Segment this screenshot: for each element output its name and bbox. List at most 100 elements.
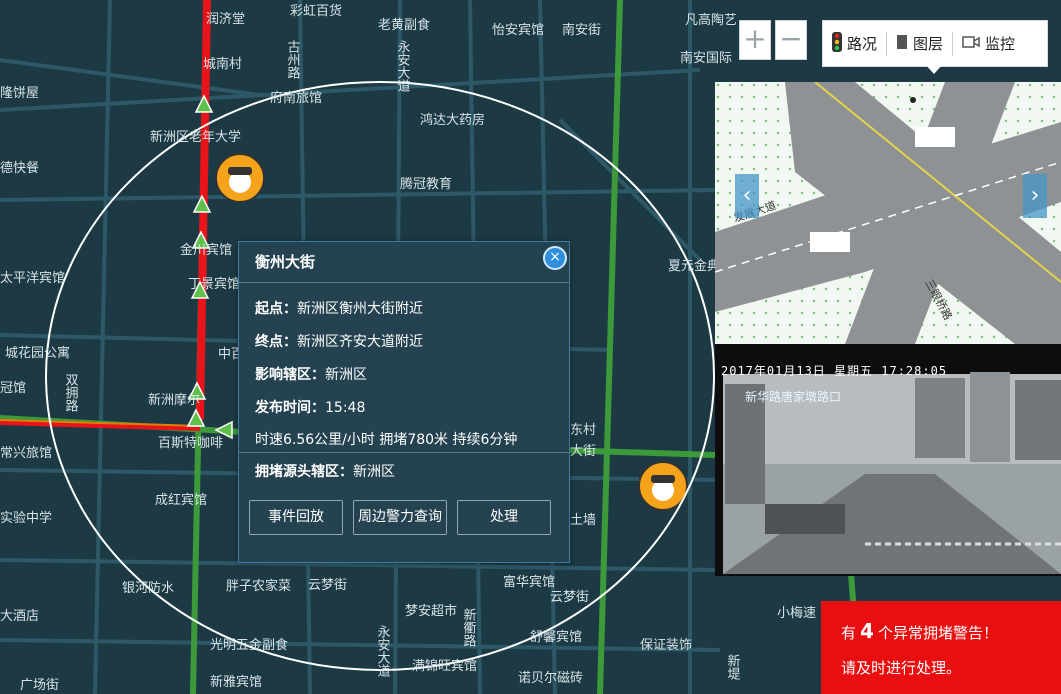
poi-label: 城花园公寓 [5,345,70,361]
zoom-out-button[interactable]: − [775,20,807,60]
source-label: 拥堵源头辖区： [255,464,353,480]
map-toolbar: 路况 图层 监控 [822,20,1048,67]
pedestrian-icon [910,97,916,103]
poi-label: 满锦旺宾馆 [412,658,477,674]
time-value: 15:48 [325,400,366,416]
poi-label: 保证装饰 [640,638,692,653]
alert-suffix: 个异常拥堵警告！ [877,624,998,642]
camera-timestamp: 2017年01月13日 星期五 17:28:05 [721,364,948,378]
prev-arrow-button[interactable]: ‹ [735,174,759,218]
poi-label: 梦安超市 [405,603,457,619]
poi-label: 鸿达大药房 [420,112,485,128]
poi-label: 胖子农家菜 [226,578,291,594]
time-row: 发布时间：15:48 [255,397,365,417]
camera-feed[interactable]: 2017年01月13日 星期五 17:28:05 新华路唐家墩路口 [715,344,1061,576]
poi-label: 云梦街 [308,578,347,593]
alert-line2: 请及时进行处理。 [841,659,962,677]
popup-title: 衡州大街 [239,242,569,283]
end-label: 终点： [255,334,297,350]
poi-label: 太平洋宾馆 [0,270,65,286]
poi-label: 彩虹百货 [290,3,342,19]
poi-label: 怡安宾馆 [492,22,544,38]
alert-line1: 有 4 个异常拥堵警告！ [841,619,998,643]
poi-label: 隆饼屋 [0,86,39,101]
poi-label: 腾冠教育 [400,176,452,192]
replay-button[interactable]: 事件回放 [249,500,343,535]
traffic-toggle[interactable]: 路况 [823,31,886,56]
poi-label: 诺贝尔磁砖 [518,671,583,686]
time-label: 发布时间： [255,400,325,416]
poi-label: 新衢路 [461,607,477,647]
police-icon[interactable] [638,461,688,511]
poi-label: 永安大道 [375,625,391,677]
toolbar-pointer [925,64,943,74]
poi-label: 常兴旅馆 [0,446,52,461]
poi-label: 新雅宾馆 [210,674,262,690]
poi-label: 东村 [570,423,596,438]
camera-location: 新华路唐家墩路口 [745,390,842,404]
start-row: 起点：新洲区衡州大街附近 [255,298,423,318]
poi-label: 小梅速 [777,606,816,621]
poi-label: 南安街 [562,22,601,38]
poi-label: 云梦街 [550,590,589,605]
poi-label: 丁景宾馆 [188,276,240,292]
poi-label: 舒馨宾馆 [530,629,582,645]
poi-label: 凡高陶艺 [685,12,737,28]
alert-count: 4 [860,619,874,643]
intersection-diagram: 发展大道 三眼桥路 [715,82,1061,344]
poi-label: 南安国际 [680,50,732,66]
poi-label: 实验中学 [0,510,52,526]
poi-label: 老黄副食 [378,17,430,33]
poi-label: 府南旅馆 [270,90,322,106]
close-icon[interactable]: × [543,246,567,270]
poi-label: 大酒店 [0,609,39,624]
monitor-toggle[interactable]: 监控 [952,31,1024,56]
nearby-police-button[interactable]: 周边警力查询 [353,500,447,535]
source-value: 新洲区 [353,464,395,480]
congestion-alert[interactable]: 有 4 个异常拥堵警告！ 请及时进行处理。 [821,601,1061,694]
stats-row: 时速6.56公里/小时 拥堵780米 持续6分钟 [255,432,518,448]
next-arrow-button[interactable]: › [1023,174,1047,218]
source-row: 拥堵源头辖区：新洲区 [255,461,395,481]
end-row: 终点：新洲区齐安大道附近 [255,331,423,351]
zoom-in-button[interactable]: + [739,20,771,60]
poi-label: 土墙 [570,513,596,528]
district-row: 影响辖区：新洲区 [255,364,367,384]
poi-label: 光明五金副食 [210,637,288,653]
traffic-label: 路况 [847,35,878,53]
poi-label: 大街 [570,444,596,459]
handle-button[interactable]: 处理 [457,500,551,535]
poi-label: 夏元金典 [668,258,720,274]
incident-popup: 衡州大街 × 起点：新洲区衡州大街附近 终点：新洲区齐安大道附近 影响辖区：新洲… [238,241,570,563]
poi-label: 广场街 [20,678,59,693]
district-value: 新洲区 [325,367,367,383]
poi-label: 新洲区老年大学 [150,129,241,145]
layers-toggle[interactable]: 图层 [886,31,952,56]
traffic-light-icon [832,31,842,56]
poi-label: 金川宾馆 [180,242,232,258]
popup-divider [239,452,569,453]
district-label: 影响辖区： [255,367,325,383]
poi-label: 永安大道 [395,40,411,92]
poi-label: 润济堂 [206,12,245,27]
camera-icon [962,35,980,53]
layers-icon [896,34,908,54]
poi-label: 新洲摩尔 [148,392,200,408]
poi-label: 冠馆 [0,381,26,396]
poi-label: 百斯特咖啡 [158,436,223,451]
layers-label: 图层 [913,35,944,53]
poi-label: 银河防水 [122,580,174,596]
poi-label: 城南村 [203,56,242,72]
alert-prefix: 有 [841,624,857,642]
poi-label: 成红宾馆 [155,492,207,508]
monitor-label: 监控 [985,35,1016,53]
poi-label: 富华宾馆 [503,574,555,590]
intersection-view: 发展大道 三眼桥路 ‹ › [715,82,1061,344]
poi-label: 双拥路 [63,373,79,412]
start-value: 新洲区衡州大街附近 [297,301,423,317]
poi-label: 新堤 [725,653,741,681]
end-value: 新洲区齐安大道附近 [297,334,423,350]
start-label: 起点： [255,301,297,317]
poi-label: 古州路 [285,40,301,79]
police-icon[interactable] [215,153,265,203]
